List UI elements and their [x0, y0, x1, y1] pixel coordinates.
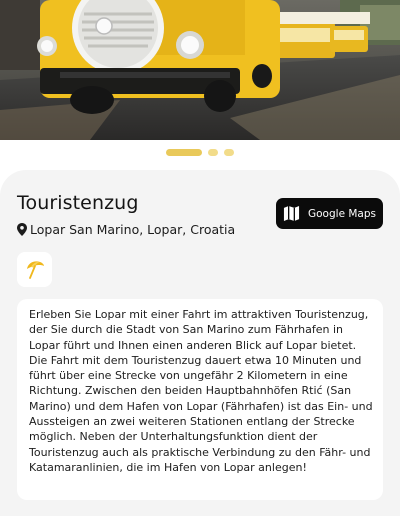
- carousel-indicator[interactable]: [0, 149, 400, 156]
- hero-photo[interactable]: [0, 0, 400, 140]
- carousel-dot[interactable]: [224, 149, 234, 156]
- google-maps-label: Google Maps: [308, 207, 376, 220]
- location-text: Lopar San Marino, Lopar, Croatia: [30, 222, 236, 237]
- location-row: Lopar San Marino, Lopar, Croatia: [17, 222, 235, 237]
- tourist-train-photo: [0, 0, 400, 140]
- attraction-title: Touristenzug: [17, 192, 139, 214]
- carousel-dot[interactable]: [208, 149, 218, 156]
- location-pin-icon: [17, 223, 27, 236]
- description-card: Erleben Sie Lopar mit einer Fahrt im att…: [17, 299, 383, 500]
- google-maps-button[interactable]: Google Maps: [276, 198, 383, 229]
- description-text: Erleben Sie Lopar mit einer Fahrt im att…: [29, 308, 373, 474]
- carousel-dot-active[interactable]: [166, 149, 202, 156]
- category-badge: [17, 252, 52, 287]
- beach-umbrella-icon: [26, 260, 44, 279]
- attraction-detail-screen: Touristenzug Lopar San Marino, Lopar, Cr…: [0, 0, 400, 516]
- map-icon: [283, 205, 300, 222]
